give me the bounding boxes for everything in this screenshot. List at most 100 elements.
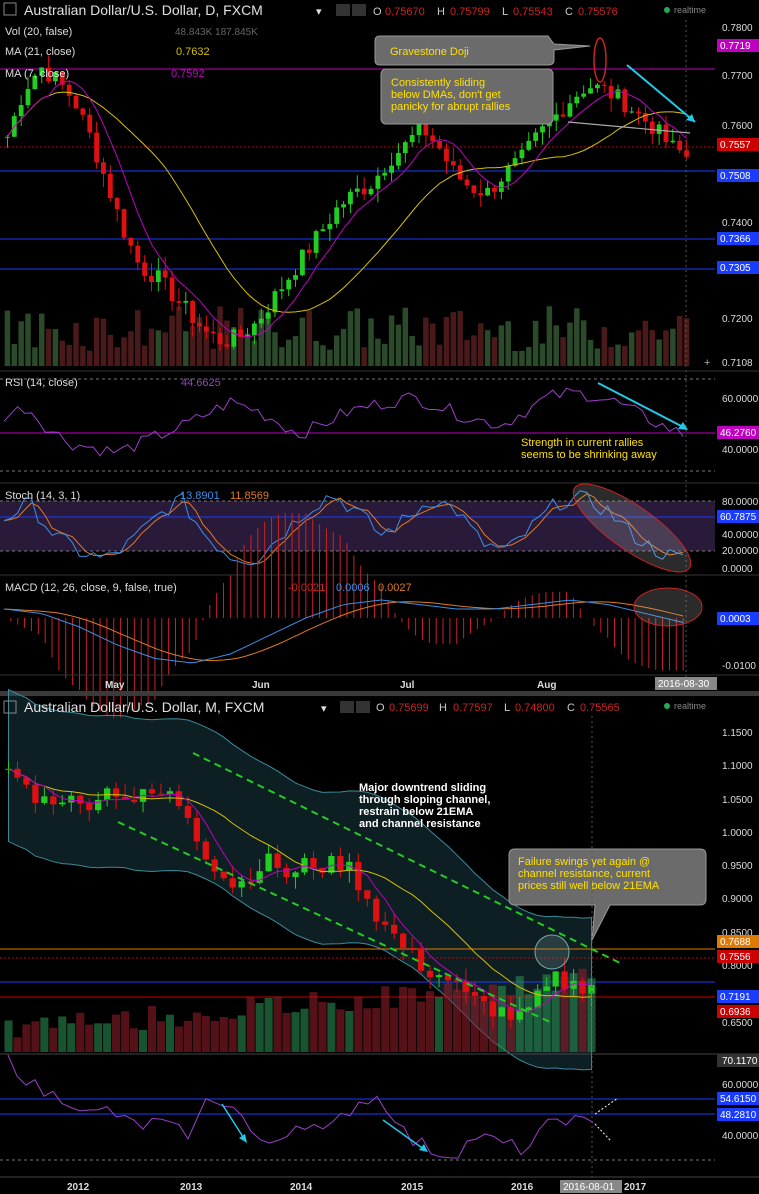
candle-body: [540, 126, 545, 133]
volume-bar: [320, 345, 326, 366]
settings-icon[interactable]: [352, 4, 366, 16]
m-realtime-label: realtime: [674, 701, 706, 711]
macd-tag: 0.0003: [720, 614, 751, 625]
volume-bar: [663, 330, 669, 366]
m-candle-body: [193, 817, 200, 842]
volume-bar: [66, 344, 72, 366]
m-candle-body: [157, 793, 165, 795]
m-candle-body: [561, 971, 568, 989]
price-tick: 0.7108: [722, 358, 753, 369]
candle-body: [320, 229, 326, 232]
rsi-tick-40: 40.0000: [722, 445, 759, 456]
plus-icon[interactable]: +: [704, 357, 710, 369]
eye-icon[interactable]: [336, 4, 350, 16]
m-price-tag: 0.7688: [720, 937, 751, 948]
m-candle-body: [130, 799, 138, 802]
m-candle-body: [211, 859, 218, 872]
volume-bar: [141, 345, 148, 366]
volume-bar: [375, 338, 381, 366]
candle-body: [197, 322, 202, 327]
m-candle-body: [274, 853, 281, 869]
m-candle-body: [525, 1007, 532, 1011]
stoch-d-value: 11.8569: [230, 490, 269, 502]
m-volume-bar: [174, 1026, 183, 1052]
m-price-tick: 1.0000: [722, 828, 753, 839]
m-candle-body: [50, 796, 57, 805]
candle-body: [87, 114, 93, 133]
ma7-value: 0.7592: [171, 68, 205, 80]
candle-body: [656, 124, 662, 134]
candle-body: [629, 111, 635, 113]
m-volume-bar: [291, 1012, 300, 1052]
failure-text-1: Failure swings yet again @: [518, 856, 650, 868]
candle-body: [334, 207, 340, 224]
low-value: 0.75543: [513, 6, 553, 18]
m-volume-bar: [85, 1024, 94, 1052]
m-candle-body: [184, 806, 192, 818]
dropdown-icon-monthly[interactable]: ▾: [321, 703, 327, 715]
m-volume-bar: [434, 996, 444, 1052]
m-candle-body: [68, 795, 75, 803]
volume-bar: [587, 339, 594, 366]
m-candle-body: [32, 784, 39, 803]
m-candle-body: [292, 872, 299, 878]
m-volume-bar: [156, 1021, 166, 1052]
stoch-tick-20: 20.0000: [722, 546, 759, 557]
m-volume-bar: [112, 1014, 121, 1052]
volume-bar: [114, 347, 120, 366]
volume-bar: [484, 330, 491, 366]
settings-icon-monthly[interactable]: [356, 701, 370, 713]
candle-body: [601, 84, 607, 86]
candle-body: [375, 175, 381, 189]
volume-bar: [327, 349, 333, 366]
dropdown-icon[interactable]: ▾: [316, 6, 322, 18]
m-candle-body: [229, 878, 236, 888]
m-volume-bar: [76, 1012, 85, 1052]
candle-body: [258, 318, 264, 324]
candle-body: [444, 148, 449, 162]
candle-body: [169, 277, 175, 302]
price-tag: 0.7305: [720, 263, 751, 274]
m-price-tag: 0.6936: [720, 1007, 751, 1018]
candle-body: [389, 165, 394, 173]
candle-body: [217, 333, 223, 345]
candle-body: [368, 188, 374, 195]
x-label-2013: 2013: [180, 1182, 203, 1193]
realtime-dot-icon: [664, 7, 670, 13]
volume-bar: [580, 320, 587, 366]
macd-highlight: [633, 587, 703, 627]
rsi-label: RSI (14, close): [5, 377, 78, 389]
volume-bar: [642, 320, 649, 366]
volume-bar: [52, 329, 59, 366]
stoch-tag: 60.7875: [720, 512, 757, 523]
x-label-2012: 2012: [67, 1182, 90, 1193]
volume-bar: [135, 310, 141, 366]
m-candle-body: [498, 1007, 505, 1017]
x-label-2014: 2014: [290, 1182, 313, 1193]
eye-icon-monthly[interactable]: [340, 701, 354, 713]
volume-bar: [25, 313, 31, 366]
candle-body: [203, 326, 209, 332]
candle-body: [190, 300, 196, 323]
m-high-label: H: [439, 702, 447, 714]
ma21-value: 0.7632: [176, 46, 210, 58]
candle-body: [464, 179, 470, 186]
m-volume-bar: [524, 994, 533, 1052]
m-volume-bar: [309, 992, 318, 1052]
m-volume-bar: [210, 1021, 219, 1052]
volume-bar: [395, 324, 402, 366]
candle-body: [101, 162, 106, 174]
volume-bar: [4, 310, 11, 366]
downtrend-text-1: Major downtrend sliding: [359, 782, 486, 794]
m-volume-bar: [372, 1008, 381, 1052]
volume-bar: [121, 337, 127, 366]
stoch-label: Stoch (14, 3, 1): [5, 490, 80, 502]
volume-bar: [11, 344, 18, 366]
volume-bar: [416, 345, 422, 366]
volume-bar: [272, 332, 278, 366]
volume-bar: [18, 321, 24, 366]
m-candle-body: [417, 948, 425, 971]
candle-body: [265, 312, 271, 319]
volume-bar: [45, 328, 52, 366]
candle-body: [485, 187, 491, 196]
